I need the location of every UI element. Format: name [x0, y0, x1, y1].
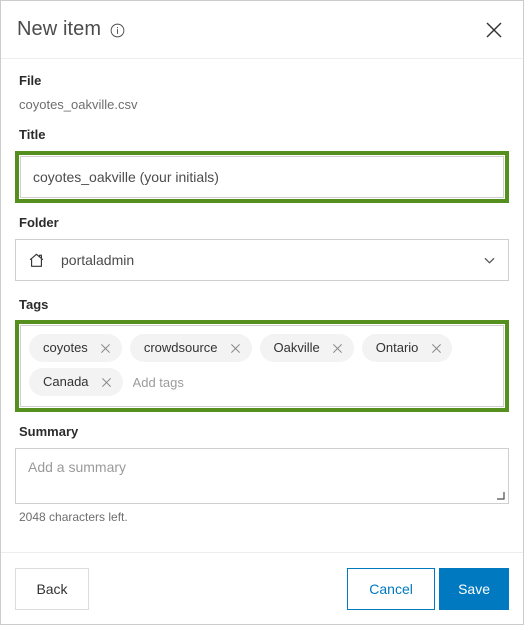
tag-chip[interactable]: Ontario — [361, 334, 453, 362]
summary-textarea[interactable] — [15, 448, 509, 504]
save-button[interactable]: Save — [439, 567, 509, 610]
tag-remove-icon[interactable] — [330, 340, 346, 356]
folder-label: Folder — [19, 215, 59, 230]
title-label: Title — [19, 127, 46, 142]
dialog-header: New item — [1, 1, 523, 59]
summary-wrapper — [15, 448, 509, 504]
info-circle-icon[interactable] — [110, 23, 125, 38]
title-input[interactable] — [20, 156, 504, 198]
close-icon[interactable] — [481, 17, 507, 43]
tag-chip[interactable]: coyotes — [29, 334, 122, 362]
tag-chip[interactable]: Canada — [29, 368, 123, 396]
summary-label: Summary — [19, 424, 79, 439]
page-title: New item — [17, 18, 102, 40]
cancel-button[interactable]: Cancel — [347, 567, 436, 610]
title-highlight-box — [15, 151, 509, 203]
dialog-body: File coyotes_oakville.csv Title Folder p… — [1, 59, 523, 552]
tag-remove-icon[interactable] — [228, 340, 244, 356]
add-tags-input[interactable] — [130, 368, 495, 396]
home-icon — [29, 253, 44, 267]
new-item-dialog: New item File coyotes_oakville.csv Title — [0, 0, 524, 625]
tags-label: Tags — [19, 297, 49, 312]
file-name-value: coyotes_oakville.csv — [19, 97, 138, 112]
folder-select[interactable]: portaladmin — [15, 239, 509, 281]
back-button[interactable]: Back — [15, 567, 89, 610]
tag-label: crowdsource — [143, 340, 218, 355]
tag-remove-icon[interactable] — [98, 340, 114, 356]
tag-label: Ontario — [375, 340, 419, 355]
tag-remove-icon[interactable] — [428, 340, 444, 356]
file-label: File — [19, 73, 42, 88]
dialog-footer: Back Cancel Save — [1, 552, 523, 624]
tags-highlight-box: coyotes crowdsource Oakville Ontario Can… — [15, 320, 509, 412]
folder-select-value: portaladmin — [61, 252, 135, 268]
summary-char-count: 2048 characters left. — [19, 510, 128, 524]
tag-label: Canada — [43, 374, 89, 389]
tag-chip[interactable]: crowdsource — [129, 334, 252, 362]
chevron-down-icon — [484, 257, 495, 263]
tag-label: coyotes — [43, 340, 88, 355]
tag-label: Oakville — [273, 340, 320, 355]
tag-remove-icon[interactable] — [99, 374, 115, 390]
tag-chip[interactable]: Oakville — [259, 334, 354, 362]
tags-input-container[interactable]: coyotes crowdsource Oakville Ontario Can… — [20, 325, 504, 407]
